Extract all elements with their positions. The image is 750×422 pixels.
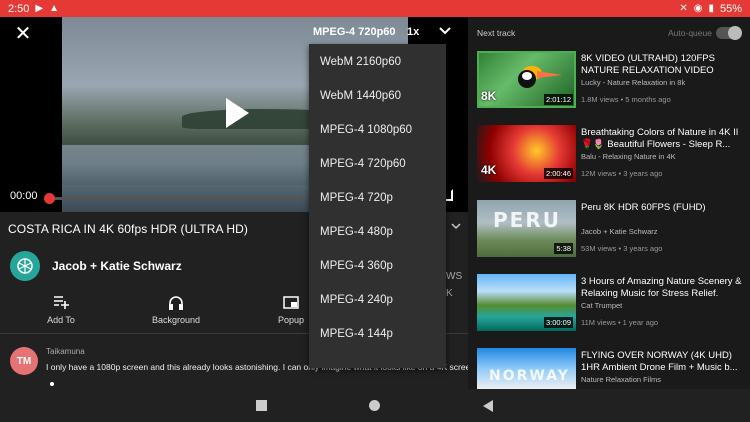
views-fragment: WS: [446, 271, 463, 282]
chevron-down-icon[interactable]: [438, 23, 452, 39]
queue-pane: Next track Auto-queue 8K 2:01:12 8K VIDE…: [468, 17, 750, 389]
track-thumbnail[interactable]: 4K 2:00:46: [477, 125, 576, 182]
notification-icon: ▶: [35, 3, 44, 14]
playlist-add-icon: [26, 293, 96, 311]
track-channel: Jacob + Katie Schwarz: [581, 227, 658, 236]
popup-label: Popup: [277, 315, 305, 325]
expand-details-icon[interactable]: [451, 221, 461, 231]
likes-fragment: K: [446, 288, 453, 299]
home-button[interactable]: [369, 400, 380, 411]
current-time: 00:00: [10, 190, 38, 202]
track-thumbnail[interactable]: PERU 5:38: [477, 200, 576, 257]
quality-option[interactable]: MPEG-4 144p: [309, 317, 446, 351]
quality-option[interactable]: MPEG-4 480p: [309, 215, 446, 249]
battery-level: 55%: [719, 2, 742, 15]
track-channel: Nature Relaxation Films: [581, 375, 662, 384]
more-indicator: [50, 382, 54, 386]
track-duration: 2:00:46: [543, 168, 573, 179]
track-thumbnail[interactable]: NORWAY: [477, 348, 576, 389]
mute-icon: ✕: [679, 3, 688, 14]
channel-avatar[interactable]: [10, 251, 40, 281]
auto-queue-toggle[interactable]: [716, 26, 742, 40]
wifi-icon: ◉: [693, 3, 703, 14]
track-title[interactable]: Peru 8K HDR 60FPS (FUHD): [581, 202, 747, 214]
channel-logo-icon: [17, 258, 33, 274]
queue-item[interactable]: 4K 2:00:46 Breathtaking Colors of Nature…: [477, 125, 747, 187]
track-meta: 53M views • 3 years ago: [581, 244, 663, 253]
background-button[interactable]: Background: [141, 293, 211, 325]
track-duration: 2:01:12: [543, 94, 573, 105]
system-nav-bar: [0, 389, 750, 422]
quality-menu: WebM 2160p60 WebM 1440p60 MPEG-4 1080p60…: [309, 44, 446, 368]
thumbnail-badge: NORWAY: [489, 368, 570, 384]
track-title[interactable]: Breathtaking Colors of Nature in 4K II 🌹…: [581, 127, 747, 151]
track-title[interactable]: 3 Hours of Amazing Nature Scenery & Rela…: [581, 276, 747, 300]
track-channel: Cat Trumpet: [581, 301, 623, 310]
recents-button[interactable]: [256, 400, 267, 411]
add-to-label: Add To: [47, 315, 75, 325]
comment-avatar[interactable]: TM: [10, 347, 38, 375]
thumbnail-badge: PERU: [493, 208, 561, 232]
speed-button[interactable]: 1x: [407, 26, 419, 38]
comment-author[interactable]: Taikamuna: [46, 347, 85, 356]
quality-option[interactable]: MPEG-4 240p: [309, 283, 446, 317]
thumbnail-badge: 4K: [481, 163, 497, 177]
back-button[interactable]: [482, 399, 494, 413]
track-meta: 12M views • 3 years ago: [581, 169, 663, 178]
track-channel: Lucky - Nature Relaxation in 8k: [581, 78, 686, 87]
close-icon[interactable]: ✕: [12, 23, 34, 45]
quality-option[interactable]: WebM 1440p60: [309, 79, 446, 113]
seek-bar[interactable]: [48, 197, 308, 200]
track-thumbnail[interactable]: 3:00:09: [477, 274, 576, 331]
track-channel: Balu - Relaxing Nature in 4K: [581, 152, 676, 161]
quality-option[interactable]: MPEG-4 720p60: [309, 147, 446, 181]
seek-handle[interactable]: [44, 193, 55, 204]
quality-option[interactable]: MPEG-4 1080p60: [309, 113, 446, 147]
quality-option[interactable]: MPEG-4 360p: [309, 249, 446, 283]
track-meta: 11M views • 1 year ago: [581, 318, 659, 327]
track-duration: 5:38: [554, 243, 573, 254]
next-track-label: Next track: [477, 28, 516, 38]
main-pane: ✕ 00:00 MPEG-4 720p60 1x COSTA RICA IN 4…: [0, 17, 475, 389]
track-title[interactable]: 8K VIDEO (ULTRAHD) 120FPS NATURE RELAXAT…: [581, 53, 747, 77]
add-to-button[interactable]: Add To: [26, 293, 96, 325]
queue-item[interactable]: PERU 5:38 Peru 8K HDR 60FPS (FUHD) Jacob…: [477, 200, 747, 262]
track-title[interactable]: FLYING OVER NORWAY (4K UHD) 1HR Ambient …: [581, 350, 747, 374]
track-meta: 1.8M views • 5 months ago: [581, 95, 671, 104]
track-duration: 3:00:09: [543, 317, 573, 328]
background-label: Background: [151, 315, 201, 325]
play-icon[interactable]: [224, 97, 250, 129]
quality-option[interactable]: MPEG-4 720p: [309, 181, 446, 215]
track-thumbnail[interactable]: 8K 2:01:12: [477, 51, 576, 108]
queue-item[interactable]: 8K 2:01:12 8K VIDEO (ULTRAHD) 120FPS NAT…: [477, 51, 747, 113]
headphones-icon: [141, 293, 211, 311]
battery-icon: ▮: [708, 3, 714, 14]
quality-button[interactable]: MPEG-4 720p60: [313, 26, 396, 38]
quality-option[interactable]: WebM 2160p60: [309, 45, 446, 79]
channel-row[interactable]: Jacob + Katie Schwarz: [10, 251, 182, 281]
toggle-knob: [728, 26, 742, 40]
channel-name[interactable]: Jacob + Katie Schwarz: [52, 259, 182, 273]
status-time: 2:50: [8, 2, 30, 15]
video-title: COSTA RICA IN 4K 60fps HDR (ULTRA HD): [8, 222, 248, 236]
auto-queue-label: Auto-queue: [668, 28, 712, 38]
queue-item[interactable]: 3:00:09 3 Hours of Amazing Nature Scener…: [477, 274, 747, 336]
thumbnail-badge: 8K: [481, 89, 497, 103]
warning-icon: ▲: [49, 3, 60, 14]
status-bar: 2:50 ▶ ▲ ✕ ◉ ▮ 55%: [0, 0, 750, 17]
